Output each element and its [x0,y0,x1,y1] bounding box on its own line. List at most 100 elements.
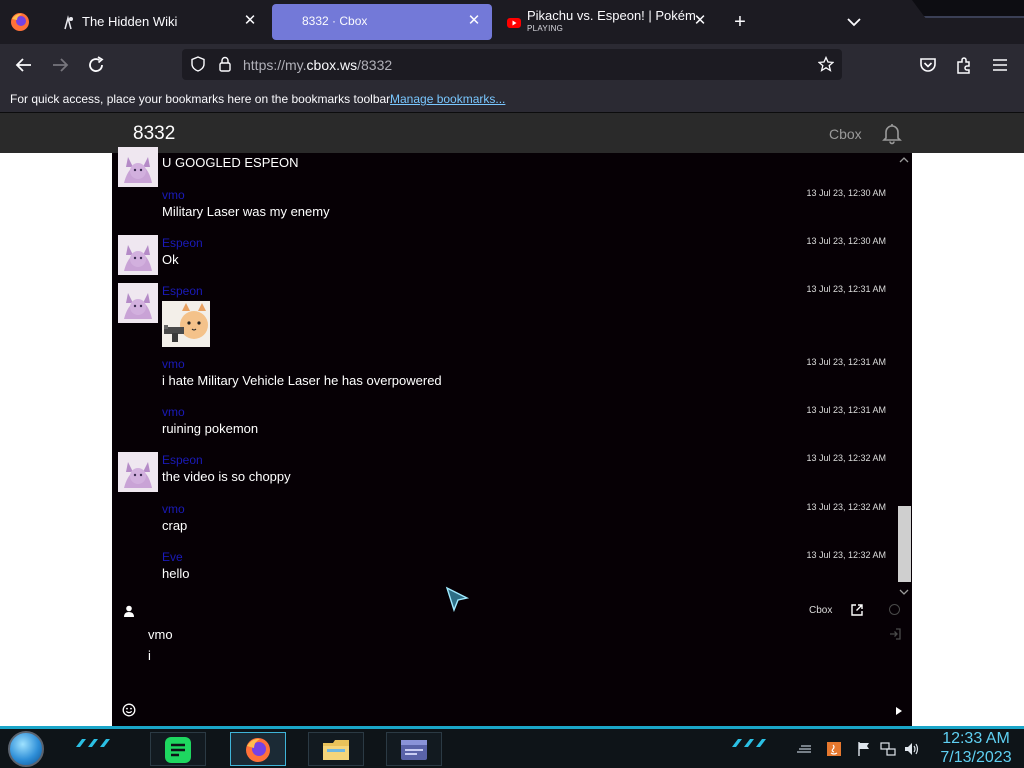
status-indicator [889,604,900,615]
emoji-icon[interactable] [122,703,136,717]
login-icon[interactable] [889,628,901,640]
message-row: vmo 13 Jul 23, 12:31 AM i hate Military … [112,355,897,401]
message-username[interactable]: vmo [162,502,185,516]
mouse-cursor-icon [445,586,470,613]
scrollbar-thumb[interactable] [898,506,911,582]
back-icon[interactable] [13,54,35,76]
message-timestamp: 13 Jul 23, 12:32 AM [806,453,886,463]
message-timestamp: 13 Jul 23, 12:32 AM [806,502,886,512]
message-timestamp: 13 Jul 23, 12:31 AM [806,284,886,294]
extensions-icon[interactable] [953,54,975,76]
tab-hidden-wiki[interactable]: The Hidden Wiki ✕ [46,4,268,40]
new-tab-button[interactable]: + [729,11,751,33]
tab-title: Pikachu vs. Espeon! | Pokémon [527,8,695,23]
message-username[interactable]: Espeon [162,453,203,467]
message-timestamp: 13 Jul 23, 12:30 AM [806,236,886,246]
wiki-favicon-icon [64,15,73,30]
chat-panel: U GOOGLED ESPEON vmo 13 Jul 23, 12:30 AM… [112,147,912,726]
close-tab-icon[interactable]: ✕ [692,13,708,29]
notes-app-icon [165,737,191,763]
message-text: the video is so choppy [162,469,291,484]
tray-stack-icon[interactable] [796,741,812,757]
close-tab-icon[interactable]: ✕ [466,13,482,29]
message-text: U GOOGLED ESPEON [162,155,299,170]
scroll-up-icon[interactable] [899,156,909,164]
flag-icon[interactable] [856,741,872,757]
network-icon[interactable] [880,741,896,757]
composer-username[interactable]: vmo [148,627,173,642]
message-username[interactable]: vmo [162,357,185,371]
cbox-brand-link[interactable]: Cbox [829,126,862,142]
message-input[interactable]: i [148,648,868,668]
manage-bookmarks-link[interactable]: Manage bookmarks... [390,92,505,106]
taskbar-firefox[interactable] [230,732,286,766]
message-username[interactable]: vmo [162,405,185,419]
forward-icon[interactable] [49,54,71,76]
message-row: vmo 13 Jul 23, 12:32 AM crap [112,500,897,546]
message-row: vmo 13 Jul 23, 12:31 AM ruining pokemon [112,403,897,449]
tab-title: 8332 · Cbox [302,14,368,28]
page-title: 8332 [133,123,176,144]
message-username[interactable]: Eve [162,550,183,564]
message-text: Military Laser was my enemy [162,204,330,219]
send-arrow-icon[interactable] [895,706,903,716]
taskbar-notes-app[interactable] [150,732,206,766]
window-app-icon [401,740,427,760]
clock-time: 12:33 AM [942,730,1010,747]
hamburger-menu-icon[interactable] [989,54,1011,76]
lock-icon[interactable] [217,56,233,72]
message-row: Espeon 13 Jul 23, 12:30 AM Ok [112,235,897,281]
cbox-link[interactable]: Cbox [809,605,832,616]
message-text: hello [162,566,190,581]
espeon-avatar [118,283,158,323]
url-text[interactable]: https://my.cbox.ws/8332 [243,57,392,73]
popout-icon[interactable] [850,603,864,617]
close-tab-icon[interactable]: ✕ [242,13,258,29]
tab-youtube[interactable]: Pikachu vs. Espeon! | Pokémon PLAYING ✕ [496,4,718,40]
cat-with-gun-sticker [162,301,210,347]
message-timestamp: 13 Jul 23, 12:31 AM [806,405,886,415]
reload-icon[interactable] [85,54,107,76]
message-composer: Cbox vmo i [112,600,912,726]
system-clock[interactable]: 12:33 AM 7/13/2023 [932,729,1020,767]
espeon-avatar [118,235,158,275]
start-button[interactable] [8,731,44,767]
volume-icon[interactable] [904,741,920,757]
bookmark-star-icon[interactable] [818,56,834,72]
tab-cbox[interactable]: 8332 · Cbox ✕ [272,4,492,40]
bookmarks-hint: For quick access, place your bookmarks h… [10,92,393,106]
tracking-protection-icon[interactable] [190,56,206,72]
taskbar-window-app[interactable] [386,732,442,766]
tab-playing-status: PLAYING [527,24,564,33]
message-row: vmo 13 Jul 23, 12:30 AM Military Laser w… [112,186,897,234]
firefox-menu-icon[interactable] [8,10,32,34]
message-text: Ok [162,252,179,267]
espeon-avatar [118,452,158,492]
list-all-tabs-icon[interactable] [844,12,864,32]
message-timestamp: 13 Jul 23, 12:30 AM [806,188,886,198]
message-username[interactable]: Espeon [162,236,203,250]
scroll-down-icon[interactable] [899,588,909,596]
folder-icon [323,740,349,760]
message-row: Espeon 13 Jul 23, 12:31 AM [112,283,897,353]
youtube-favicon-icon [507,18,521,28]
message-text: i hate Military Vehicle Laser he has ove… [162,373,442,388]
message-username[interactable]: vmo [162,188,185,202]
message-row: Eve 13 Jul 23, 12:32 AM hello [112,548,897,594]
taskbar-decoration [76,739,110,747]
firefox-icon [246,738,270,762]
user-icon[interactable] [122,604,136,618]
bell-icon[interactable] [880,121,904,145]
pocket-icon[interactable] [917,54,939,76]
taskbar-file-manager[interactable] [308,732,364,766]
message-timestamp: 13 Jul 23, 12:31 AM [806,357,886,367]
message-username[interactable]: Espeon [162,284,203,298]
bookmarks-toolbar: For quick access, place your bookmarks h… [0,86,1024,113]
tab-strip: The Hidden Wiki ✕ 8332 · Cbox ✕ Pikachu … [0,0,1024,44]
address-bar[interactable]: https://my.cbox.ws/8332 [182,49,842,80]
message-row: Espeon 13 Jul 23, 12:32 AM the video is … [112,452,897,498]
window-decoration [912,0,1024,18]
java-update-icon[interactable] [826,741,842,757]
tab-title: The Hidden Wiki [82,14,178,29]
taskbar-decoration [732,739,766,747]
